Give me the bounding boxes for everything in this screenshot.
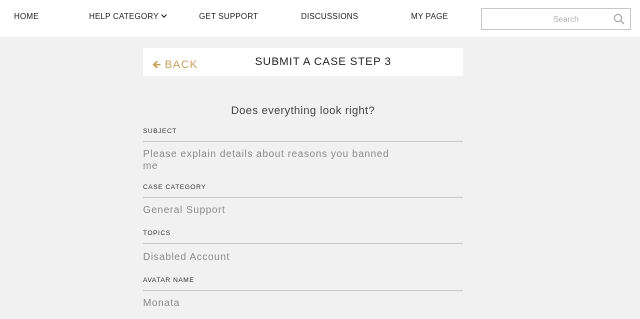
nav-get-support-link[interactable]: GET SUPPORT (199, 12, 258, 21)
nav-help-category-label: HELP CATEGORY (89, 12, 159, 21)
topics-value: Disabled Account (143, 252, 230, 263)
divider (143, 197, 463, 198)
nav-discussions-link[interactable]: DISCUSSIONS (301, 12, 358, 21)
divider (143, 290, 463, 291)
subject-label: SUBJECT (143, 128, 177, 135)
arrow-left-icon: 🡸 (152, 59, 162, 71)
chevron-down-icon (160, 12, 167, 18)
search-box (481, 8, 631, 30)
search-input[interactable] (482, 9, 610, 29)
top-navigation-bar: HOME HELP CATEGORY GET SUPPORT DISCUSSIO… (0, 0, 640, 37)
search-icon[interactable] (613, 13, 625, 25)
subject-value-line2: me (143, 161, 159, 172)
step-header-card: 🡸 BACK SUBMIT A CASE STEP 3 (143, 48, 463, 76)
nav-my-page-link[interactable]: MY PAGE (411, 12, 448, 21)
subject-value: Please explain details about reasons you… (143, 149, 389, 173)
divider (143, 141, 463, 142)
divider (143, 243, 463, 244)
back-button[interactable]: 🡸 BACK (152, 56, 198, 75)
nav-home-link[interactable]: HOME (14, 12, 39, 21)
confirmation-question: Does everything look right? (230, 105, 376, 117)
nav-help-category-menu[interactable]: HELP CATEGORY (89, 12, 167, 21)
page-title: SUBMIT A CASE STEP 3 (255, 56, 392, 68)
avatar-name-value: Monata (143, 298, 180, 309)
back-button-label: BACK (164, 59, 198, 71)
topics-label: TOPICS (143, 230, 171, 237)
case-category-label: CASE CATEGORY (143, 184, 207, 191)
subject-value-line1: Please explain details about reasons you… (143, 149, 390, 160)
avatar-name-label: AVATAR NAME (143, 277, 195, 284)
case-category-value: General Support (143, 205, 226, 216)
